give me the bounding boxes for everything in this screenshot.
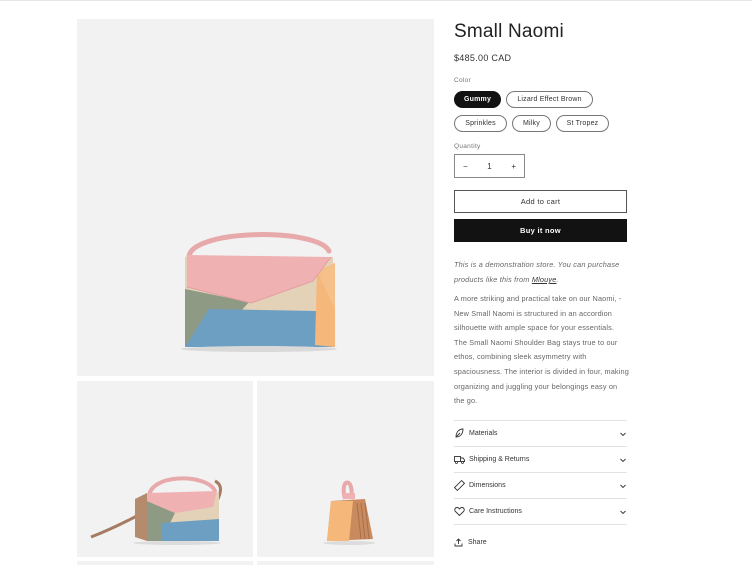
ruler-icon: [454, 480, 465, 491]
accordion-shipping-returns[interactable]: Shipping & Returns: [454, 446, 627, 472]
quantity-value[interactable]: 1: [487, 162, 491, 171]
chevron-down-icon: [619, 508, 627, 516]
accordion-label: Dimensions: [469, 482, 506, 489]
product-thumbnail[interactable]: [257, 381, 434, 557]
leaf-icon: [454, 428, 465, 439]
chevron-down-icon: [619, 430, 627, 438]
top-divider: [0, 0, 752, 1]
accordion-dimensions[interactable]: Dimensions: [454, 472, 627, 498]
color-option-gummy[interactable]: Gummy: [454, 91, 501, 108]
quantity-increase-button[interactable]: +: [511, 162, 516, 171]
product-price: $485.00 CAD: [454, 53, 512, 63]
color-option-lizard-effect-brown[interactable]: Lizard Effect Brown: [506, 91, 593, 108]
product-thumbnail[interactable]: [77, 381, 253, 557]
heart-icon: [454, 506, 465, 517]
color-option-milky[interactable]: Milky: [512, 115, 551, 132]
accordion-care-instructions[interactable]: Care Instructions: [454, 498, 627, 524]
product-description: A more striking and practical take on ou…: [454, 294, 629, 406]
accordion-materials[interactable]: Materials: [454, 420, 627, 446]
product-main-image[interactable]: [77, 19, 434, 376]
share-label: Share: [468, 539, 487, 546]
share-button[interactable]: Share: [454, 538, 487, 547]
quantity-decrease-button[interactable]: −: [463, 162, 468, 171]
buy-it-now-button[interactable]: Buy it now: [454, 219, 627, 242]
quantity-stepper: − 1 +: [454, 154, 525, 178]
chevron-down-icon: [619, 482, 627, 490]
product-title: Small Naomi: [454, 21, 564, 42]
share-icon: [454, 538, 463, 547]
accordion-divider: [454, 524, 627, 525]
accordion-label: Materials: [469, 430, 498, 437]
accordion-label: Shipping & Returns: [469, 456, 530, 463]
quantity-label: Quantity: [454, 143, 481, 150]
demo-store-notice: This is a demonstration store. You can p…: [454, 260, 620, 284]
color-option-st-tropez[interactable]: St Tropez: [556, 115, 609, 132]
accordion-label: Care Instructions: [469, 508, 522, 515]
add-to-cart-button[interactable]: Add to cart: [454, 190, 627, 213]
store-link[interactable]: Mlouye: [532, 275, 557, 284]
chevron-down-icon: [619, 456, 627, 464]
color-option-sprinkles[interactable]: Sprinkles: [454, 115, 507, 132]
truck-icon: [454, 454, 465, 465]
product-thumbnail-partial: [257, 561, 434, 565]
color-label: Color: [454, 77, 472, 84]
product-thumbnail-partial: [77, 561, 253, 565]
